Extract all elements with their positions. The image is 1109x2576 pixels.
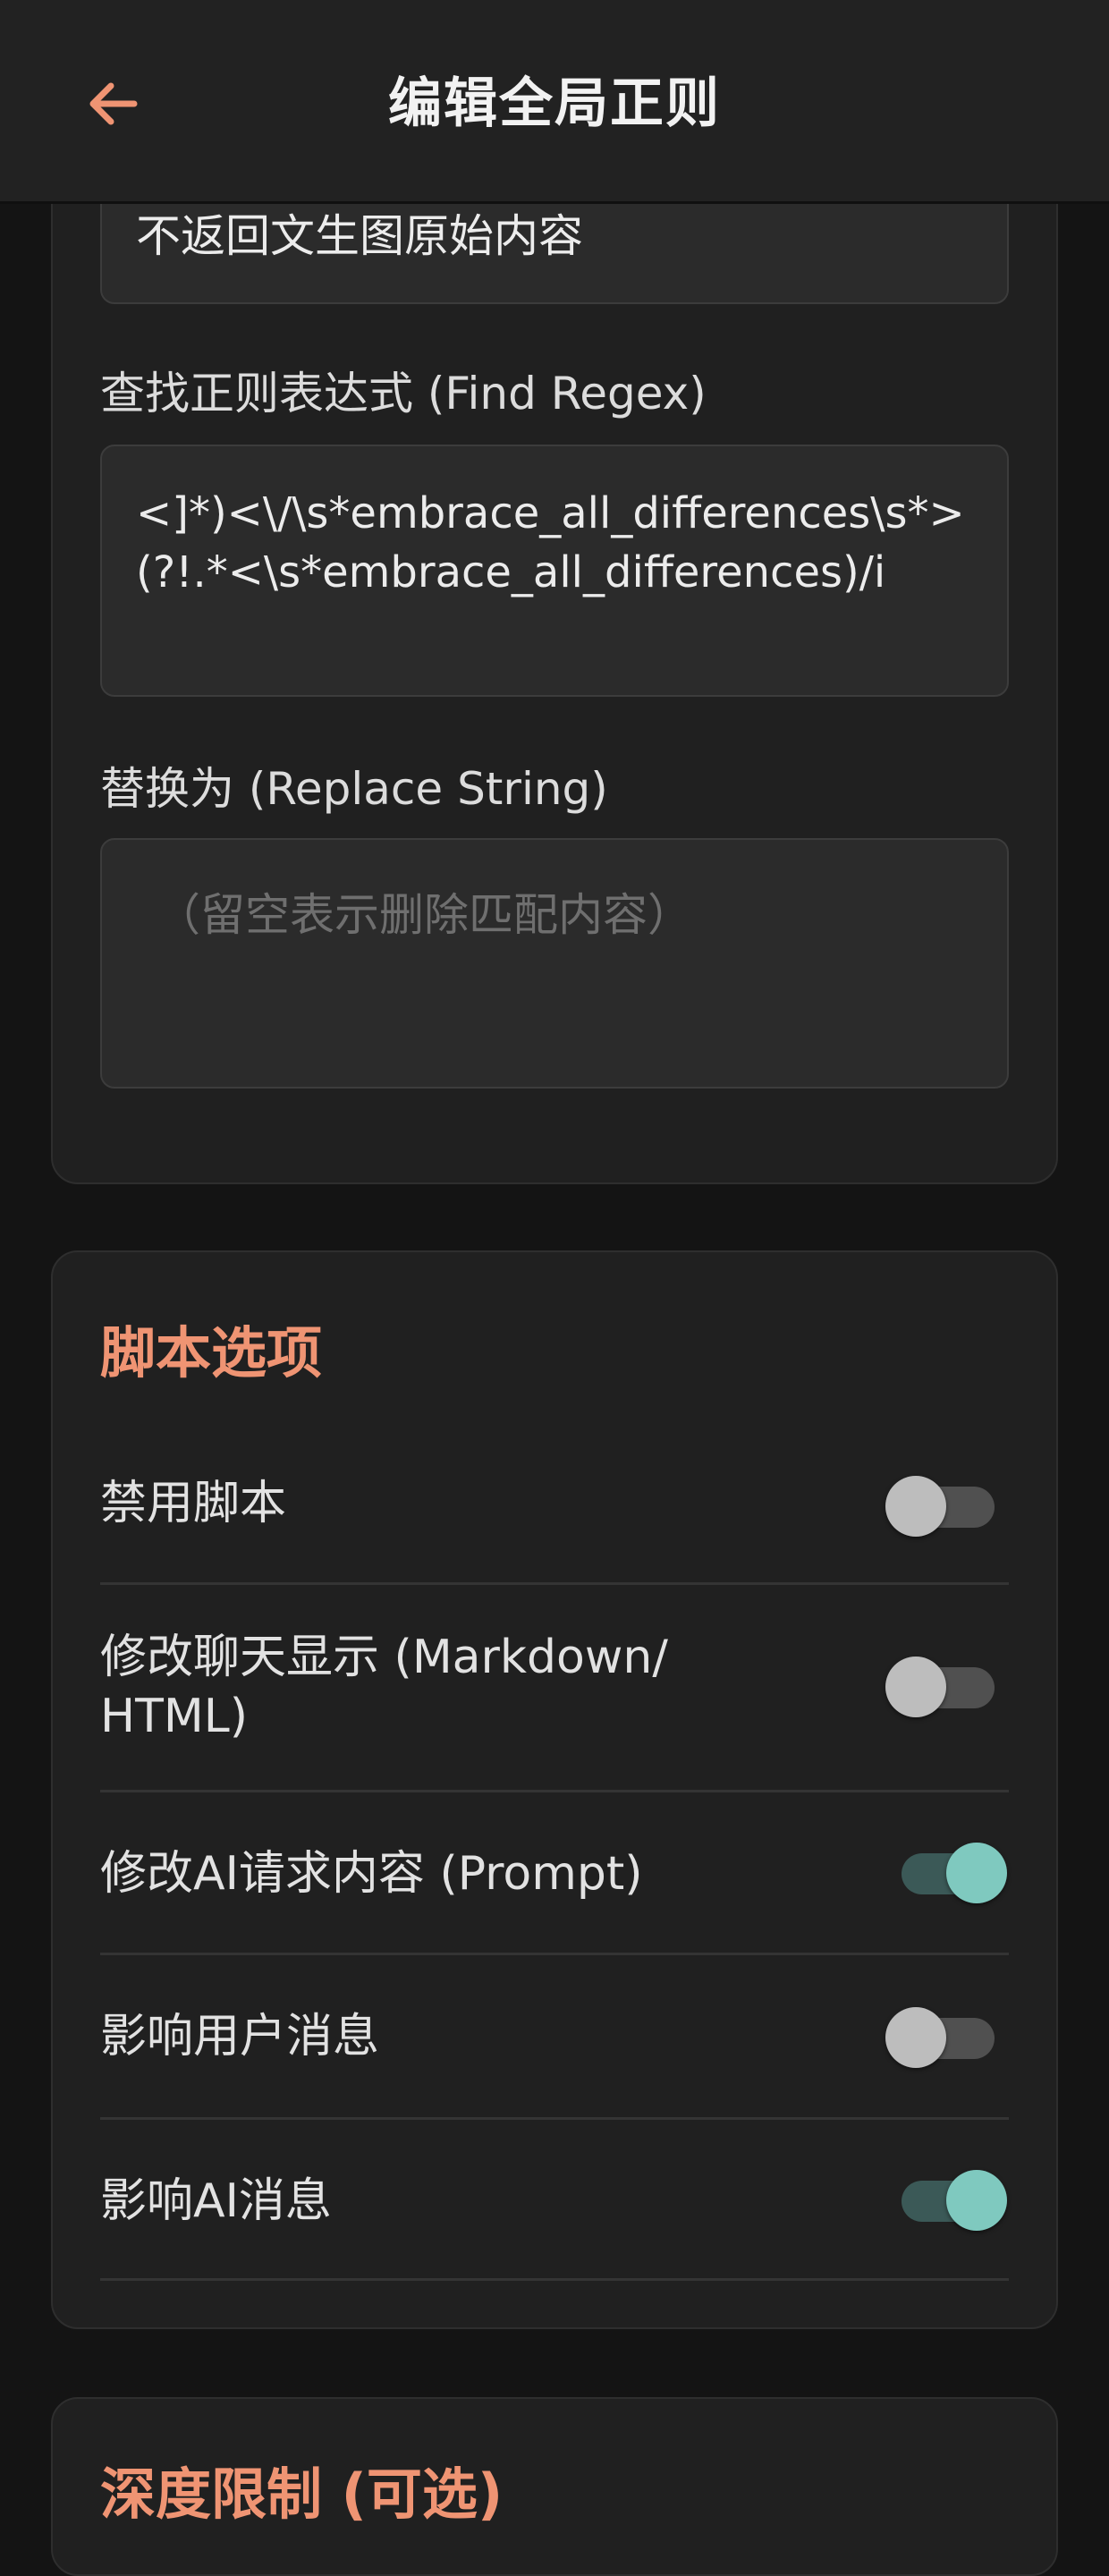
affect-ai-toggle[interactable] (891, 2170, 1007, 2231)
option-row-modify-display: 修改聊天显示 (Markdown/ HTML) (100, 1585, 1009, 1792)
modify-prompt-toggle[interactable] (891, 1843, 1007, 1903)
script-name-value: 不返回文生图原始内容 (136, 210, 583, 262)
option-label: 修改聊天显示 (Markdown/ HTML) (100, 1631, 668, 1743)
option-label: 修改AI请求内容 (Prompt) (100, 1847, 643, 1901)
affect-user-toggle[interactable] (885, 2007, 996, 2068)
script-options-title: 脚本选项 (100, 1320, 323, 1385)
option-label: 影响用户消息 (100, 2010, 380, 2063)
option-row-affect-ai: 影响AI消息 (100, 2120, 1009, 2281)
replace-string-placeholder: （留空表示删除匹配内容） (156, 889, 692, 941)
replace-string-input[interactable]: （留空表示删除匹配内容） (100, 838, 1009, 1089)
option-row-disable-script: 禁用脚本 (100, 1431, 1009, 1585)
page-title: 编辑全局正则 (388, 72, 721, 135)
option-label: 影响AI消息 (100, 2174, 332, 2228)
option-row-affect-user: 影响用户消息 (100, 1955, 1009, 2120)
depth-limit-title: 深度限制 (可选) (100, 2462, 504, 2527)
option-row-modify-prompt: 修改AI请求内容 (Prompt) (100, 1792, 1009, 1955)
find-regex-input[interactable]: <]*)<\/\s*embrace_all_differences\s*>(?!… (100, 445, 1009, 697)
find-regex-label: 查找正则表达式 (Find Regex) (100, 368, 707, 419)
disable-script-toggle[interactable] (885, 1476, 996, 1537)
replace-string-label: 替换为 (Replace String) (100, 763, 608, 815)
option-label: 禁用脚本 (100, 1477, 287, 1530)
modify-display-toggle[interactable] (885, 1657, 996, 1717)
app-bar: 编辑全局正则 (0, 0, 1109, 204)
